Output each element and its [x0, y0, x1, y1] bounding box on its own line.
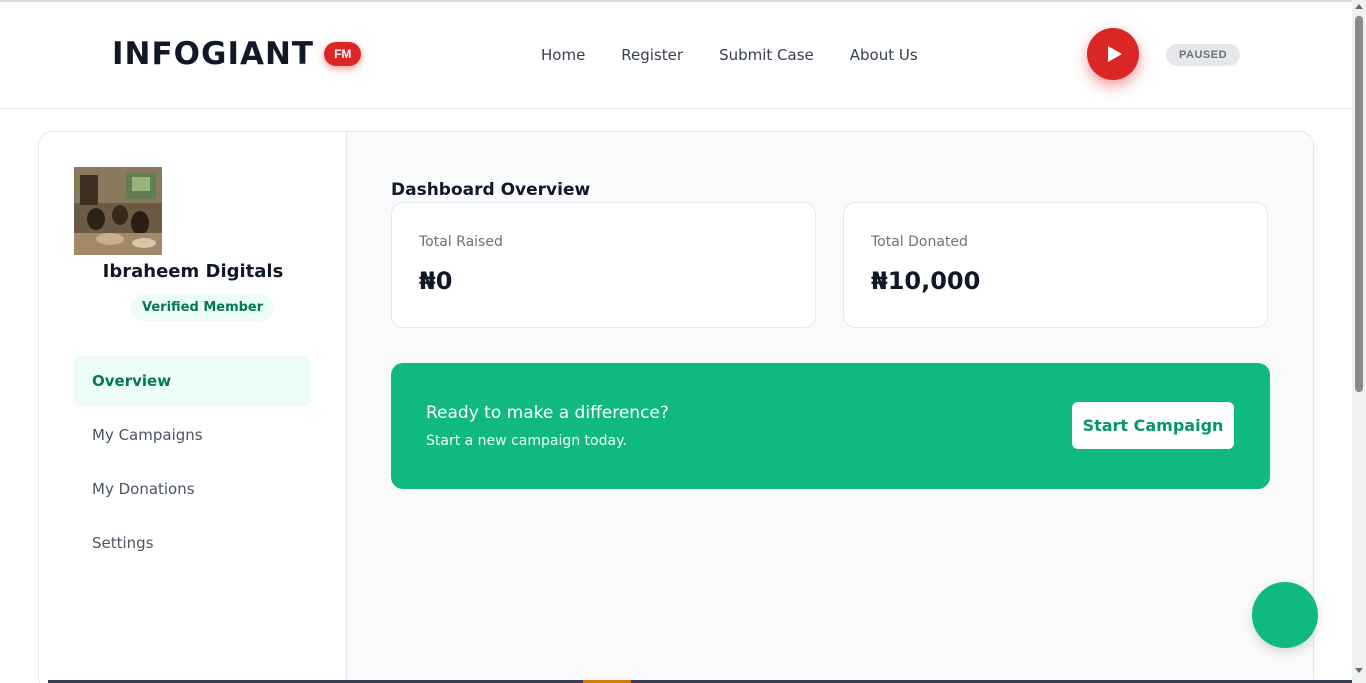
logo[interactable]: INFOGIANT FM: [112, 36, 362, 72]
nav-register[interactable]: Register: [621, 46, 683, 64]
sidebar: Ibraheem Digitals Verified Member Overvi…: [39, 132, 347, 683]
nav-submit-case[interactable]: Submit Case: [719, 46, 814, 64]
nav-about-us[interactable]: About Us: [850, 46, 918, 64]
sidebar-item-settings[interactable]: Settings: [74, 518, 311, 568]
site-header: INFOGIANT FM Home Register Submit Case A…: [0, 2, 1352, 109]
logo-text: INFOGIANT: [112, 36, 315, 72]
stat-value: ₦10,000: [871, 267, 981, 295]
play-button[interactable]: [1087, 28, 1139, 80]
stat-value: ₦0: [419, 267, 453, 295]
player-status-badge: PAUSED: [1166, 44, 1241, 66]
avatar: [74, 167, 162, 255]
sidebar-item-my-campaigns[interactable]: My Campaigns: [74, 410, 311, 460]
logo-badge: FM: [324, 42, 362, 66]
sidebar-menu: Overview My Campaigns My Donations Setti…: [74, 356, 311, 572]
scroll-down-arrow-icon[interactable]: [1355, 668, 1363, 673]
dashboard-panel: Ibraheem Digitals Verified Member Overvi…: [38, 131, 1314, 683]
sidebar-item-my-donations[interactable]: My Donations: [74, 464, 311, 514]
cta-subtitle: Start a new campaign today.: [426, 433, 627, 449]
main-nav: Home Register Submit Case About Us: [541, 46, 954, 64]
cta-title: Ready to make a difference?: [426, 403, 669, 423]
stat-label: Total Donated: [871, 234, 968, 250]
sidebar-item-overview[interactable]: Overview: [74, 356, 311, 406]
stat-card-total-donated: Total Donated ₦10,000: [843, 202, 1268, 328]
avatar-image: [74, 167, 162, 255]
nav-home[interactable]: Home: [541, 46, 585, 64]
scroll-up-arrow-icon[interactable]: [1355, 4, 1363, 9]
profile-name: Ibraheem Digitals: [102, 261, 284, 282]
scrollbar-thumb[interactable]: [1355, 16, 1363, 392]
main-content: Dashboard Overview Total Raised ₦0 Total…: [347, 132, 1313, 683]
stat-card-total-raised: Total Raised ₦0: [391, 202, 816, 328]
verified-badge: Verified Member: [131, 294, 275, 321]
play-icon: [1107, 46, 1122, 62]
start-campaign-button[interactable]: Start Campaign: [1072, 402, 1234, 449]
campaign-cta-banner: Ready to make a difference? Start a new …: [391, 363, 1270, 489]
scrollbar[interactable]: [1352, 0, 1366, 683]
stat-label: Total Raised: [419, 234, 503, 250]
floating-action-button[interactable]: [1252, 582, 1318, 648]
page-title: Dashboard Overview: [391, 180, 591, 200]
